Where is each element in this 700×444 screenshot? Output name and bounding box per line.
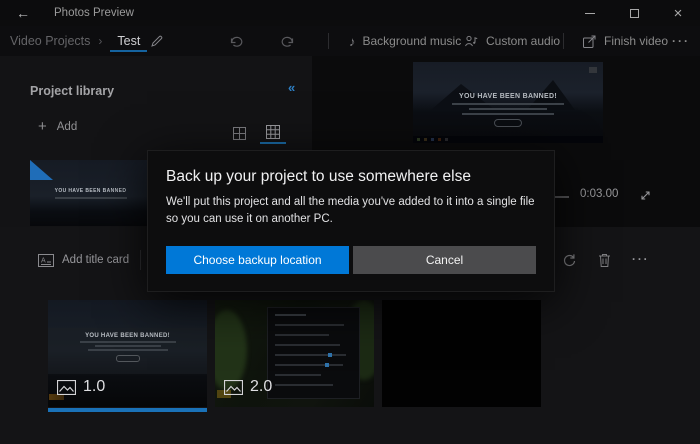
add-title-card-label: Add title card [62,254,130,266]
titlebar: ← Photos Preview × [0,0,700,26]
image-icon [224,379,243,395]
dialog-body-text: We'll put this project and all the media… [166,196,535,226]
clip-selection-indicator [48,408,207,412]
clip-settings-overlay [267,307,360,399]
photos-app-window: ← Photos Preview × Video Projects › Test [0,0,700,444]
timeline-clip-3[interactable] [382,300,541,407]
choose-backup-location-button[interactable]: Choose backup location [166,245,349,274]
add-title-card-button[interactable]: A Add title card [38,245,129,275]
expand-icon [639,189,652,202]
selected-triangle-icon [30,160,53,180]
timeline-clip-1[interactable]: YOU HAVE BEEN BANNED! 1.0 [48,300,207,407]
breadcrumb: Video Projects › Test [10,26,148,56]
plus-icon: + [38,118,47,135]
app-title: Photos Preview [54,7,134,19]
breadcrumb-project-name[interactable]: Test [110,30,148,52]
more-icon: ··· [632,254,650,266]
custom-audio-button[interactable]: Custom audio [464,26,560,56]
window-controls: × [568,0,700,26]
preview-banner-button-shape [494,119,522,127]
rename-project-button[interactable] [150,26,164,56]
back-arrow-icon: ← [16,5,30,21]
preview-banner: YOU HAVE BEEN BANNED! [413,93,603,127]
close-icon: × [673,4,683,22]
more-icon: ··· [672,34,690,48]
dialog-actions: Choose backup location Cancel [166,245,536,274]
trash-icon [598,253,611,268]
add-media-button[interactable]: + Add [38,118,77,135]
toolbar-divider [328,33,329,49]
close-button[interactable]: × [656,0,700,26]
maximize-icon [629,8,639,18]
svg-text:A: A [41,257,46,264]
grid-3x3-icon [266,125,280,139]
backup-dialog: Back up your project to use somewhere el… [147,150,555,292]
redo-icon [281,34,296,48]
delete-clip-button[interactable] [598,245,611,275]
finish-video-label: Finish video [604,34,669,48]
library-thumb-banner: YOU HAVE BEEN BANNED [30,188,151,199]
breadcrumb-video-projects[interactable]: Video Projects [10,34,90,48]
grid-view-large-button[interactable] [260,122,286,144]
rotate-icon [561,252,577,268]
image-icon [57,379,76,395]
more-options-button[interactable]: ··· [672,26,690,56]
breadcrumb-chevron-icon: › [98,34,103,48]
redo-button[interactable] [281,26,296,56]
expand-preview-button[interactable] [636,186,654,204]
library-heading: Project library [30,84,115,98]
cancel-button[interactable]: Cancel [353,245,536,274]
collapse-panel-button[interactable]: « [288,80,295,95]
clip-banner: YOU HAVE BEEN BANNED! [48,333,207,362]
finish-video-icon [582,34,597,49]
library-media-thumbnail[interactable]: YOU HAVE BEEN BANNED [30,160,151,226]
maximize-button[interactable] [612,0,656,26]
minimize-icon [585,12,595,14]
undo-icon [228,34,243,48]
dialog-title: Back up your project to use somewhere el… [166,168,471,185]
timeline-clip-2[interactable]: 2.0 [215,300,374,407]
preview-banner-title: YOU HAVE BEEN BANNED! [459,93,557,100]
screenshot-corner-icon [589,67,597,73]
collapse-chevron-icon: « [288,80,296,95]
finish-video-button[interactable]: Finish video [582,26,668,56]
minimize-button[interactable] [568,0,612,26]
toolbar-divider [563,33,564,49]
timeline-toolbar-divider [140,250,141,270]
background-music-label: Background music [362,34,462,48]
pencil-icon [150,34,164,48]
video-preview-frame[interactable]: YOU HAVE BEEN BANNED! [413,62,603,143]
screenshot-taskbar-strip [413,136,603,143]
add-label: Add [56,120,78,133]
title-card-icon: A [38,253,54,267]
custom-audio-label: Custom audio [486,34,561,48]
music-note-icon: ♪ [349,33,356,49]
clip-label: 2.0 [224,378,272,396]
timeline-more-button[interactable]: ··· [632,245,650,275]
custom-audio-icon [464,34,479,48]
playback-time: 0:03.00 [580,188,619,200]
command-toolbar: Video Projects › Test ♪ Background music [0,26,700,56]
back-button[interactable]: ← [6,0,40,26]
undo-button[interactable] [228,26,243,56]
clip-label: 1.0 [57,378,105,396]
grid-view-small-button[interactable] [226,122,252,144]
rotate-clip-button[interactable] [561,245,577,275]
background-music-button[interactable]: ♪ Background music [349,26,461,56]
grid-2x2-icon [232,126,246,140]
